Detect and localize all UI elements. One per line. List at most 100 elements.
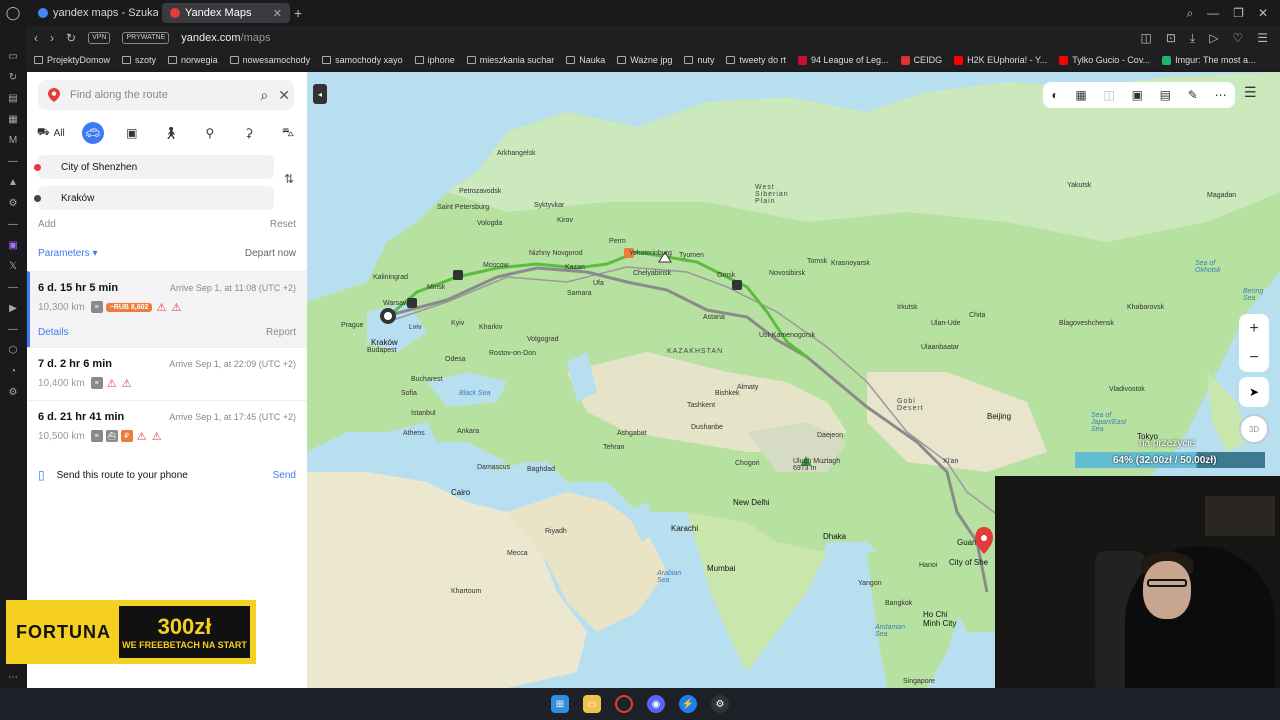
play-icon[interactable]: ▷ — [1209, 31, 1218, 46]
add-waypoint-button[interactable]: Add — [38, 219, 56, 230]
wallet-icon[interactable]: ▤ — [7, 92, 19, 104]
bookmark-item[interactable]: samochody xayo — [322, 55, 403, 65]
my-location-button[interactable]: ➤ — [1239, 377, 1269, 407]
reset-button[interactable]: Reset — [270, 219, 296, 230]
swap-icon[interactable]: ⇅ — [284, 172, 294, 186]
windows-start-icon[interactable]: ⊞ — [551, 695, 569, 713]
url-field[interactable]: yandex.com/maps — [181, 32, 270, 44]
map-label: Daejeon — [817, 432, 844, 439]
bookmark-label: iphone — [427, 55, 455, 65]
music-icon[interactable]: M — [7, 134, 19, 146]
twitch-icon[interactable]: ▣ — [7, 239, 19, 251]
x-icon[interactable]: 𝕏 — [7, 260, 19, 272]
zoom-in-icon[interactable]: + — [1249, 320, 1258, 338]
map-label: Mumbai — [707, 564, 736, 573]
clock-icon[interactable]: ◔ — [7, 365, 19, 377]
bookmark-item[interactable]: Imgur: The most a... — [1162, 55, 1256, 65]
bookmark-item[interactable]: H2K EUphoria! - Y... — [954, 55, 1047, 65]
bookmark-item[interactable]: Nauka — [566, 55, 605, 65]
cube-icon[interactable]: ⬡ — [7, 344, 19, 356]
history-icon[interactable]: ↻ — [7, 71, 19, 83]
send-button[interactable]: Send — [273, 470, 296, 481]
messenger-icon[interactable]: ⚡ — [679, 695, 697, 713]
parameters-dropdown[interactable]: Parameters ▾ — [38, 248, 97, 259]
bookmark-item[interactable]: nuty — [684, 55, 714, 65]
camera-icon[interactable]: ◫ — [1141, 31, 1152, 46]
search-icon[interactable]: ⌕ — [260, 87, 268, 104]
download-icon[interactable]: ⤓ — [1190, 31, 1195, 46]
panorama-icon[interactable]: ▦ — [1075, 88, 1086, 102]
close-icon[interactable]: ✕ — [278, 87, 290, 104]
back-icon[interactable]: ‹ — [34, 31, 38, 45]
hamburger-menu-icon[interactable]: ☰ — [1244, 84, 1257, 101]
close-tab-icon[interactable]: ✕ — [273, 7, 282, 20]
ruler-icon[interactable]: ✎ — [1188, 88, 1198, 102]
vpn-badge[interactable]: VPN — [88, 32, 111, 44]
layers-icon[interactable]: ◐ — [1051, 88, 1058, 102]
route-details-link[interactable]: Details — [38, 327, 69, 338]
tab-search[interactable]: yandex maps - Szukaj w G — [30, 3, 158, 23]
bookmark-item[interactable]: Ważne jpg — [617, 55, 672, 65]
snapshot-icon[interactable]: ⊡ — [1166, 31, 1176, 46]
opera-browser-icon[interactable] — [615, 695, 633, 713]
mode-walk[interactable]: 🚶︎ — [160, 122, 182, 144]
extension-icon[interactable]: ⚙ — [7, 197, 19, 209]
mode-taxi[interactable]: ⛍ — [277, 122, 299, 144]
route-distance: 10,500 km — [38, 430, 85, 442]
file-explorer-icon[interactable]: ▭ — [583, 695, 601, 713]
reload-icon[interactable]: ↻ — [66, 31, 76, 45]
camera-icon[interactable]: ◫ — [1103, 88, 1114, 102]
player-icon[interactable]: ▶ — [7, 302, 19, 314]
messenger-icon[interactable]: ▭ — [7, 50, 19, 62]
bookmark-item[interactable]: szoty — [122, 55, 156, 65]
mode-scooter[interactable]: ⚳ — [238, 122, 260, 144]
route-option-1[interactable]: 6 d. 15 hr 5 min Arrive Sep 1, at 11:08 … — [27, 271, 307, 347]
waypoint-from[interactable]: City of Shenzhen — [34, 155, 274, 179]
route-report-link[interactable]: Report — [266, 327, 296, 338]
bookmark-item[interactable]: 94 League of Leg... — [797, 55, 889, 65]
pinboard-icon[interactable]: ▦ — [7, 113, 19, 125]
menu-icon[interactable]: ☰ — [1257, 31, 1268, 46]
bookmark-item[interactable]: CEIDG — [900, 55, 942, 65]
forward-icon[interactable]: › — [50, 31, 54, 45]
bookmark-item[interactable]: Tylko Gucio - Cov... — [1059, 55, 1150, 65]
bookmark-item[interactable]: tweety do rt — [726, 55, 786, 65]
mode-transit[interactable]: ▣ — [121, 122, 143, 144]
minimize-icon[interactable]: — — [1207, 6, 1219, 21]
mode-car[interactable]: 🚗︎ — [81, 122, 104, 144]
bookmark-item[interactable]: iphone — [414, 55, 455, 65]
bookmark-item[interactable]: ProjektyDomow — [34, 55, 110, 65]
bookmark-item[interactable]: norwegia — [168, 55, 218, 65]
opera-logo-icon[interactable]: ◯ — [0, 0, 26, 26]
map-label: Syktyvkar — [534, 202, 565, 209]
depart-time-select[interactable]: Depart now — [245, 248, 296, 259]
discord-icon[interactable]: ◉ — [647, 695, 665, 713]
route-option-2[interactable]: 7 d. 2 hr 6 min Arrive Sep 1, at 22:09 (… — [27, 347, 307, 400]
aria-icon[interactable]: ▲ — [7, 176, 19, 188]
mode-all[interactable]: ⛟ All — [37, 122, 65, 144]
bookmark-item[interactable]: mieszkania suchar — [466, 55, 554, 65]
map-label: Athens — [403, 430, 425, 437]
search-input[interactable] — [70, 89, 230, 101]
transit-icon[interactable]: ▣ — [1132, 88, 1143, 102]
traffic-icon[interactable]: ▤ — [1160, 88, 1171, 102]
heart-icon[interactable]: ♡ — [1232, 31, 1243, 46]
more-options-icon[interactable]: ⋯ — [8, 672, 18, 683]
close-window-icon[interactable]: ✕ — [1258, 6, 1268, 21]
search-icon[interactable]: ⌕ — [1186, 6, 1193, 21]
phone-icon: ▯ — [38, 468, 45, 482]
tab-yandex-maps[interactable]: Yandex Maps ✕ — [162, 3, 290, 23]
new-tab-icon[interactable]: + — [294, 5, 302, 21]
route-option-3[interactable]: 6 d. 21 hr 41 min Arrive Sep 1, at 17:45… — [27, 400, 307, 453]
collapse-panel-button[interactable]: ◂ — [313, 84, 327, 104]
fortuna-ad-banner[interactable]: FORTUNA 300zł WE FREEBETACH NA START — [6, 600, 256, 664]
steam-icon[interactable]: ⚙ — [711, 695, 729, 713]
mode-bike[interactable]: ⚲ — [199, 122, 221, 144]
3d-toggle-button[interactable]: 3D — [1239, 414, 1269, 444]
waypoint-to[interactable]: Kraków — [34, 186, 274, 210]
settings-icon[interactable]: ⚙ — [7, 386, 19, 398]
more-icon[interactable]: ⋯ — [1215, 88, 1227, 102]
bookmark-item[interactable]: nowesamochody — [229, 55, 310, 65]
zoom-out-icon[interactable]: − — [1249, 349, 1258, 367]
maximize-icon[interactable]: ❐ — [1233, 6, 1244, 21]
